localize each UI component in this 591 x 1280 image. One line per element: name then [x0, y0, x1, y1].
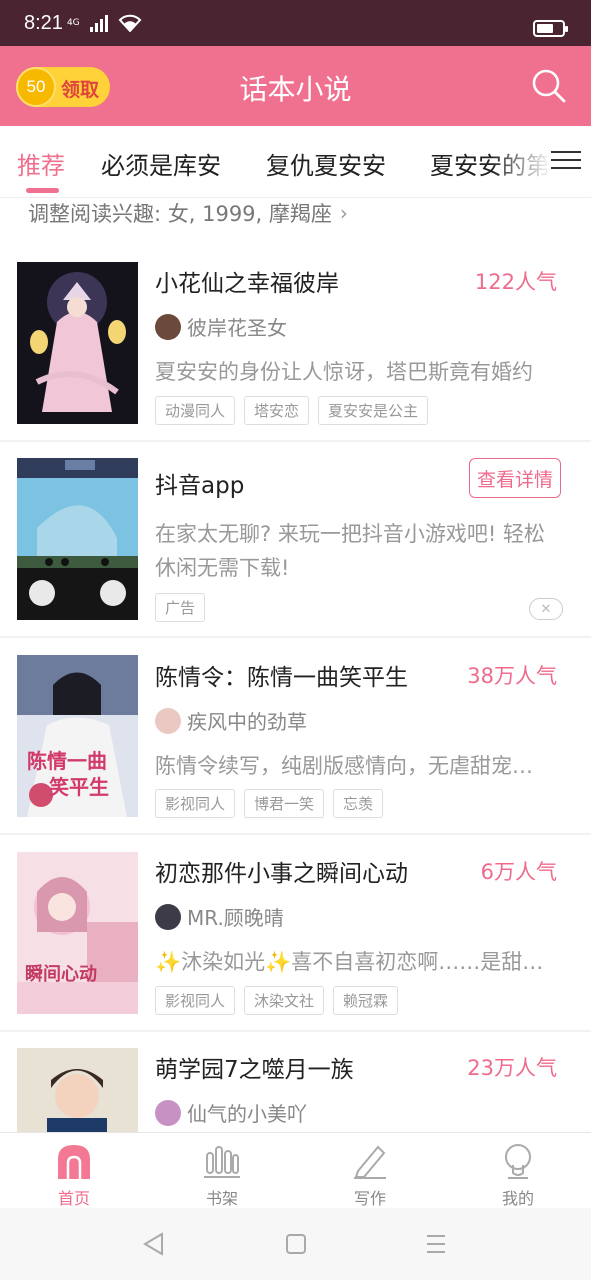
nav-label: 我的 — [501, 1189, 534, 1208]
tab-fade — [491, 126, 551, 196]
close-ad-icon[interactable]: ✕ — [529, 598, 563, 620]
tag-list: 影视同人 博君一笑 忘羡 — [155, 789, 384, 818]
tag[interactable]: 影视同人 — [155, 789, 236, 818]
popularity-count: 38万人气 — [467, 664, 557, 688]
tag[interactable]: 动漫同人 — [155, 396, 236, 425]
avatar — [155, 903, 181, 930]
popularity-count: 6万人气 — [480, 860, 557, 884]
book-cover: 瞬间心动 — [17, 852, 138, 1014]
ad-tag: 广告 — [155, 593, 206, 622]
status-time: 8:21 — [24, 11, 63, 34]
ad-title: 抖音app — [155, 473, 245, 499]
pen-icon — [354, 1145, 386, 1179]
menu-icon[interactable] — [425, 1232, 447, 1256]
tab-menu-icon[interactable] — [551, 146, 581, 176]
home-button-icon[interactable] — [285, 1232, 307, 1256]
cover-title: 陈情一曲 — [27, 749, 107, 773]
network-type: 4G — [66, 17, 80, 28]
nav-profile[interactable]: 我的 — [444, 1133, 591, 1209]
tag[interactable]: 夏安安是公主 — [318, 396, 429, 425]
system-navigation-bar — [0, 1208, 591, 1280]
book-description: ✨沐染如光✨喜不自喜初恋啊……是甜… — [155, 950, 544, 974]
tab-revenge[interactable]: 复仇夏安安 — [266, 146, 386, 181]
author-row: MR.顾晚晴 — [155, 902, 284, 931]
author-row: 疾风中的劲草 — [155, 706, 307, 735]
popularity-count: 122人气 — [474, 270, 557, 294]
book-cover: 陈情一曲 笑平生 — [17, 655, 138, 817]
book-title: 初恋那件小事之瞬间心动 — [155, 861, 408, 887]
ad-description: 在家太无聊? 来玩一把抖音小游戏吧! 轻松 休闲无需下载! — [155, 518, 573, 582]
avatar — [155, 1099, 181, 1126]
nav-label: 首页 — [57, 1189, 90, 1208]
ad-description-line: 在家太无聊? 来玩一把抖音小游戏吧! 轻松 — [155, 522, 545, 546]
book-cover — [17, 1048, 138, 1132]
book-description: 夏安安的身份让人惊讶，塔巴斯竟有婚约 — [155, 360, 533, 384]
nav-bookshelf[interactable]: 书架 — [148, 1133, 296, 1209]
tag-list: 影视同人 沐染文社 赖冠霖 — [155, 986, 399, 1015]
tag[interactable]: 博君一笑 — [244, 789, 325, 818]
popularity-count: 23万人气 — [467, 1056, 557, 1080]
tag[interactable]: 影视同人 — [155, 986, 236, 1015]
bottom-navigation: 首页 书架 写作 我的 — [0, 1132, 591, 1208]
chevron-right-icon: › — [339, 201, 348, 225]
interest-text: 调整阅读兴趣: 女, 1999, 摩羯座 — [28, 202, 332, 226]
tab-recommend[interactable]: 推荐 — [17, 146, 65, 181]
search-icon[interactable] — [531, 68, 567, 104]
signal-icon — [89, 14, 108, 32]
avatar — [155, 707, 181, 734]
bookshelf-icon — [204, 1146, 240, 1178]
tag-list: 动漫同人 塔安恋 夏安安是公主 — [155, 396, 429, 425]
ad-description-line: 休闲无需下载! — [155, 556, 290, 580]
ad-tag-list: 广告 — [155, 593, 206, 622]
view-details-button[interactable]: 查看详情 — [469, 458, 561, 498]
tab-ku-an[interactable]: 必须是库安 — [101, 146, 221, 181]
divider — [0, 833, 591, 835]
reading-interest-link[interactable]: 调整阅读兴趣: 女, 1999, 摩羯座 › — [28, 198, 348, 228]
nav-label: 书架 — [205, 1189, 238, 1208]
avatar — [155, 313, 181, 340]
app-title: 话本小说 — [239, 73, 352, 106]
status-bar: 8:21 4G — [0, 0, 591, 46]
divider — [0, 1030, 591, 1032]
nav-label: 写作 — [353, 1189, 386, 1208]
profile-icon — [505, 1144, 531, 1179]
author-name: MR.顾晚晴 — [187, 906, 284, 930]
tab-indicator — [26, 188, 59, 193]
author-name: 疾风中的劲草 — [187, 710, 307, 734]
cover-title: 瞬间心动 — [25, 964, 97, 985]
home-icon — [58, 1145, 90, 1179]
author-name: 彼岸花圣女 — [187, 316, 287, 340]
top-header: 50 领取 话本小说 — [0, 46, 591, 126]
app-screen: 8:21 4G 50 领取 话本小说 推荐 必须是库安 复仇夏安安 夏安安的第 … — [0, 0, 591, 1280]
book-description: 陈情令续写，纯剧版感情向，无虐甜宠… — [155, 754, 533, 778]
nav-home[interactable]: 首页 — [0, 1133, 148, 1209]
nav-write[interactable]: 写作 — [296, 1133, 444, 1209]
cover-subtitle: 笑平生 — [49, 775, 109, 799]
tag[interactable]: 赖冠霖 — [333, 986, 399, 1015]
category-tabs: 推荐 必须是库安 复仇夏安安 夏安安的第 — [0, 126, 591, 198]
ad-cover — [17, 458, 138, 620]
battery-icon — [533, 20, 568, 37]
book-title: 萌学园7之噬月一族 — [155, 1057, 354, 1083]
author-row: 仙气的小美吖 — [155, 1098, 307, 1127]
back-icon[interactable] — [142, 1232, 164, 1256]
tag[interactable]: 沐染文社 — [244, 986, 325, 1015]
author-name: 仙气的小美吖 — [187, 1102, 307, 1126]
book-title: 小花仙之幸福彼岸 — [155, 271, 339, 297]
book-title: 陈情令：陈情一曲笑平生 — [155, 665, 408, 691]
book-cover — [17, 262, 138, 424]
tag[interactable]: 忘羡 — [333, 789, 384, 818]
tag[interactable]: 塔安恋 — [244, 396, 310, 425]
wifi-icon — [118, 14, 142, 32]
author-row: 彼岸花圣女 — [155, 312, 287, 341]
divider — [0, 440, 591, 442]
divider — [0, 636, 591, 638]
